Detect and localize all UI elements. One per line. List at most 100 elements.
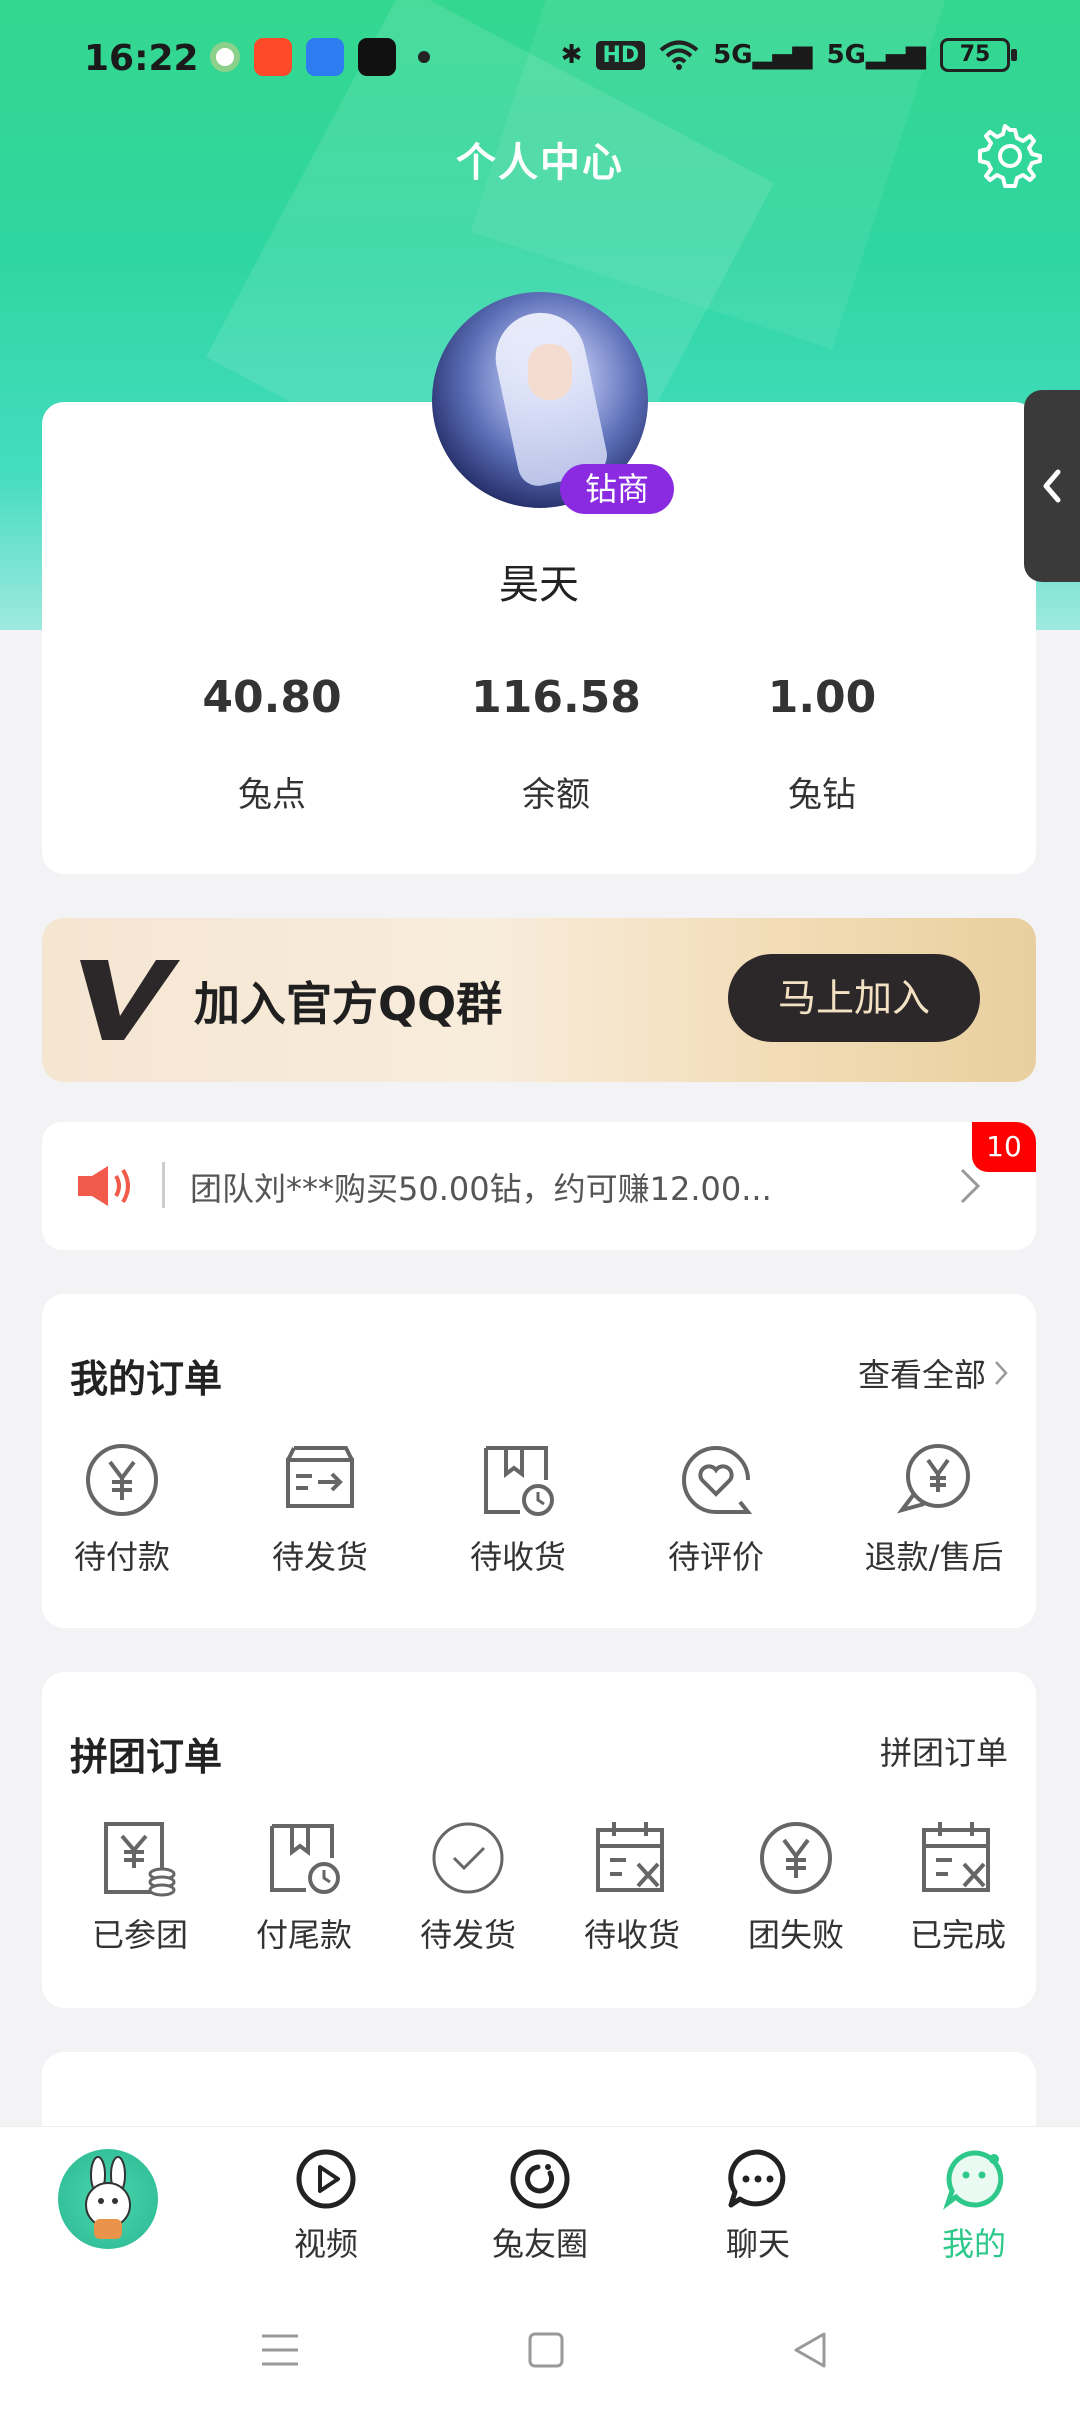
- bottom-tab-bar: 视频 兔友圈 聊天 我的: [0, 2126, 1080, 2300]
- check-circle-icon: [432, 1822, 504, 1894]
- order-item-label: 待收货: [469, 1538, 566, 1576]
- stat-label: 兔钻: [788, 775, 856, 815]
- calendar-x-icon: [596, 1822, 664, 1892]
- tiktok-icon: [358, 38, 396, 76]
- status-bar: 16:22 ✱ HD 5G▂▄▆ 5G▂▄▆ 75: [0, 30, 1080, 90]
- group-item-label: 已参团: [91, 1916, 188, 1954]
- vip-badge: 钻商: [560, 464, 674, 514]
- box-send-icon: [286, 1446, 354, 1508]
- chevron-right-icon: [995, 1361, 1008, 1385]
- order-pending-payment[interactable]: 待付款: [42, 1440, 202, 1578]
- system-navigation-bar: [0, 2300, 1080, 2412]
- my-orders-card: 我的订单 查看全部 待付款 待发货 待收货 待评价 退款/售后: [42, 1294, 1036, 1628]
- stat-value: 1.00: [767, 672, 877, 723]
- group-item-label: 待发货: [419, 1916, 516, 1954]
- group-completed[interactable]: 已完成: [878, 1818, 1038, 1956]
- section-title: 我的订单: [70, 1357, 223, 1401]
- group-pay-balance[interactable]: 付尾款: [224, 1818, 384, 1956]
- wifi-icon: [659, 40, 699, 70]
- play-circle-icon: [296, 2149, 356, 2209]
- stat-points[interactable]: 40.80 兔点: [152, 672, 392, 816]
- avatar-image: [528, 344, 572, 400]
- tab-mine[interactable]: 我的: [894, 2147, 1054, 2265]
- banner-text: 加入官方QQ群: [194, 977, 503, 1031]
- group-item-label: 团失败: [747, 1916, 844, 1954]
- package-clock-icon: [270, 1824, 340, 1894]
- notice-bar[interactable]: 团队刘***购买50.00钻，约可赚12.00... 10: [42, 1122, 1036, 1250]
- yen-circle-icon: [760, 1822, 832, 1894]
- back-icon[interactable]: [790, 2330, 830, 2370]
- group-failed[interactable]: 团失败: [716, 1818, 876, 1956]
- tab-label: 视频: [293, 2225, 358, 2263]
- stat-label: 兔点: [238, 775, 306, 815]
- mascot-icon[interactable]: [58, 2149, 158, 2249]
- gear-icon[interactable]: [978, 124, 1042, 188]
- stat-value: 116.58: [471, 672, 641, 723]
- order-status-row: 待付款 待发货 待收货 待评价 退款/售后: [42, 1440, 1036, 1590]
- hd-icon: HD: [596, 40, 646, 70]
- join-now-button[interactable]: 马上加入: [728, 954, 980, 1042]
- group-orders-link-label: 拼团订单: [879, 1734, 1008, 1772]
- tab-label: 聊天: [725, 2225, 790, 2263]
- menu-icon[interactable]: [258, 2330, 302, 2370]
- chevron-right-icon: [960, 1168, 981, 1204]
- yen-coins-icon: [104, 1822, 176, 1897]
- page-title: 个人中心: [456, 140, 624, 186]
- status-time: 16:22: [84, 38, 199, 79]
- view-all-label: 查看全部: [857, 1356, 986, 1394]
- group-item-label: 待收货: [583, 1916, 680, 1954]
- tab-rabbit-friends[interactable]: 兔友圈: [460, 2147, 620, 2265]
- username: 昊天: [499, 562, 579, 608]
- stat-value: 40.80: [202, 672, 342, 723]
- video-app-icon: [254, 38, 292, 76]
- heart-comment-icon: [682, 1446, 753, 1514]
- order-pending-review[interactable]: 待评价: [636, 1440, 796, 1578]
- group-item-label: 已完成: [909, 1916, 1006, 1954]
- stat-balance[interactable]: 116.58 余额: [436, 672, 676, 816]
- group-item-label: 付尾款: [255, 1916, 352, 1954]
- qq-group-banner[interactable]: 加入官方QQ群 马上加入: [42, 918, 1036, 1082]
- order-item-label: 待评价: [667, 1538, 764, 1576]
- signal-5g-icon: 5G▂▄▆: [826, 40, 926, 70]
- order-pending-receipt[interactable]: 待收货: [438, 1440, 598, 1578]
- group-orders-card: 拼团订单 拼团订单 已参团 付尾款 待发货 待收货 团失败 已完成: [42, 1672, 1036, 2008]
- order-refund-aftersale[interactable]: 退款/售后: [854, 1440, 1014, 1578]
- v-logo-icon: [80, 960, 180, 1040]
- order-item-label: 待付款: [73, 1538, 170, 1576]
- chat-bubble-icon: [728, 2149, 786, 2208]
- more-notifications-dot: [418, 51, 430, 63]
- notice-text: 团队刘***购买50.00钻，约可赚12.00...: [190, 1170, 772, 1208]
- system-icons: ✱ HD 5G▂▄▆ 5G▂▄▆ 75: [560, 38, 1017, 72]
- refund-bubble-icon: [896, 1444, 970, 1514]
- bluetooth-icon: ✱: [560, 40, 583, 70]
- group-status-row: 已参团 付尾款 待发货 待收货 团失败 已完成: [42, 1818, 1036, 1968]
- tab-label: 我的: [941, 2225, 1006, 2263]
- browser-app-icon: [306, 38, 344, 76]
- tab-video[interactable]: 视频: [246, 2147, 406, 2265]
- stat-label: 余额: [522, 775, 590, 815]
- refresh-circle-icon: [510, 2149, 570, 2209]
- tab-chat[interactable]: 聊天: [678, 2147, 838, 2265]
- smile-bubble-icon: [943, 2150, 1004, 2210]
- group-pending-receipt[interactable]: 待收货: [552, 1818, 712, 1956]
- order-item-label: 待发货: [271, 1538, 368, 1576]
- divider: [162, 1162, 165, 1208]
- yen-circle-icon: [86, 1444, 158, 1516]
- notification-icons: [210, 38, 430, 76]
- calendar-x-icon: [922, 1822, 990, 1892]
- tab-label: 兔友圈: [491, 2225, 588, 2263]
- battery-icon: 75: [940, 38, 1017, 72]
- chevron-left-icon: [1043, 469, 1061, 503]
- stat-diamonds[interactable]: 1.00 兔钻: [702, 672, 942, 816]
- side-drawer-handle[interactable]: [1024, 390, 1080, 582]
- group-pending-shipment[interactable]: 待发货: [388, 1818, 548, 1956]
- order-item-label: 退款/售后: [864, 1538, 1004, 1576]
- order-pending-shipment[interactable]: 待发货: [240, 1440, 400, 1578]
- group-orders-link[interactable]: 拼团订单: [880, 1728, 1008, 1774]
- app-notification-icon: [210, 42, 240, 72]
- group-joined[interactable]: 已参团: [60, 1818, 220, 1956]
- home-icon[interactable]: [526, 2330, 566, 2370]
- speaker-icon: [78, 1166, 130, 1206]
- section-title: 拼团订单: [70, 1735, 223, 1779]
- view-all-link[interactable]: 查看全部: [858, 1350, 1008, 1396]
